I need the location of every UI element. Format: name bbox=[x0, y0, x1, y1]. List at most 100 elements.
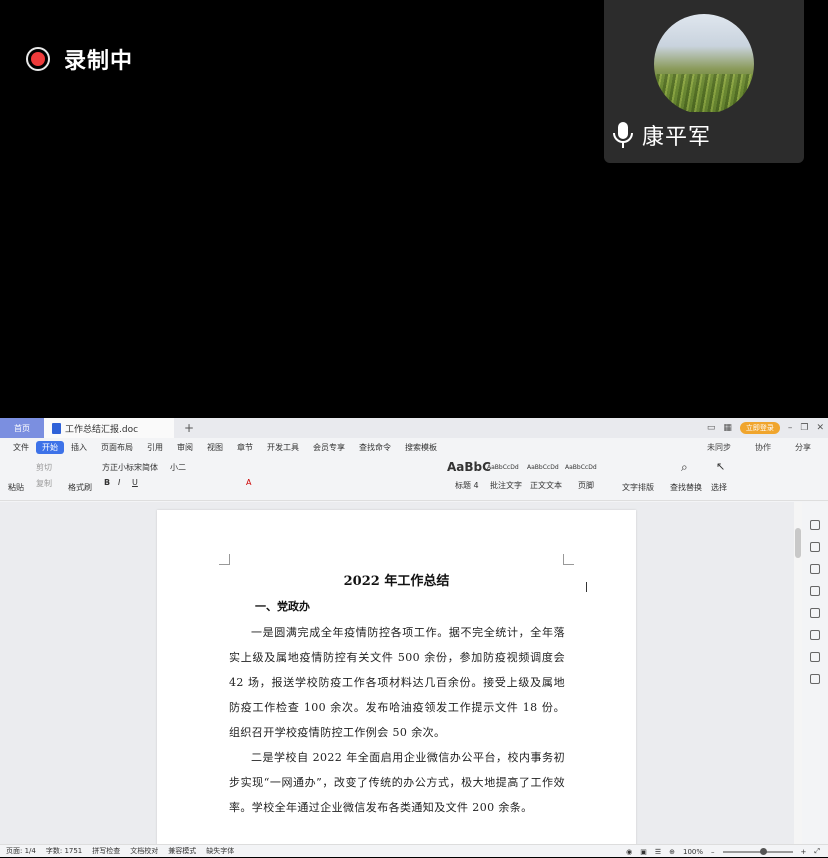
document-title[interactable]: 2022 年工作总结 bbox=[157, 570, 636, 589]
document-tab-label: 工作总结汇报.doc bbox=[65, 424, 139, 435]
paragraph-2[interactable]: 二是学校自 2022 年全面启用企业微信办公平台，校内事务初步实现“一网通办”，… bbox=[229, 745, 565, 820]
layout-icon[interactable]: ▭ bbox=[707, 423, 716, 433]
style-sample-footer[interactable]: AaBbCcDd bbox=[565, 464, 597, 471]
format-painter-button[interactable]: 格式刷 bbox=[68, 482, 92, 493]
participant-name-bar: 康平军 bbox=[604, 112, 722, 158]
settings-icon[interactable] bbox=[810, 652, 820, 662]
document-canvas[interactable]: 2022 年工作总结 一、党政办 一是圆满完成全年疫情防控各项工作。据不完全统计… bbox=[0, 502, 800, 844]
outline-view-icon[interactable]: ☰ bbox=[655, 848, 661, 856]
restore-icon[interactable]: ❐ bbox=[800, 423, 808, 433]
book-icon[interactable] bbox=[810, 674, 820, 684]
zoom-out-icon[interactable]: – bbox=[711, 848, 715, 856]
zoom-in-icon[interactable]: + bbox=[801, 848, 807, 856]
web-view-icon[interactable]: ⊕ bbox=[669, 848, 675, 856]
section-heading[interactable]: 一、党政办 bbox=[255, 598, 310, 614]
page-view-icon[interactable]: ▣ bbox=[640, 848, 647, 856]
style-name-body[interactable]: 正文文本 bbox=[530, 480, 562, 491]
search-icon[interactable]: ⌕ bbox=[681, 460, 688, 475]
vertical-scrollbar[interactable] bbox=[794, 502, 802, 844]
ribbon: 粘贴 剪切 复制 格式刷 方正小标宋简体 小二 B I U A AaBbC 标题… bbox=[0, 456, 828, 501]
record-icon bbox=[26, 47, 50, 71]
collaborate-button[interactable]: 协作 bbox=[748, 442, 778, 453]
login-button[interactable]: 立即登录 bbox=[739, 422, 780, 434]
font-size-select[interactable]: 小二 bbox=[170, 462, 186, 473]
recording-label: 录制中 bbox=[64, 49, 134, 74]
style-sample-comment[interactable]: AaBbCcDd bbox=[487, 464, 519, 471]
menu-layout[interactable]: 页面布局 bbox=[94, 442, 140, 453]
paste-button[interactable]: 粘贴 bbox=[8, 482, 24, 493]
style-sample-heading4[interactable]: AaBbC bbox=[447, 460, 491, 474]
text-layout-button[interactable]: 文字排版 bbox=[622, 482, 654, 493]
grid-icon[interactable]: ▦ bbox=[723, 423, 732, 433]
menu-right: 未同步 协作 分享 bbox=[700, 438, 818, 456]
pen-icon[interactable] bbox=[810, 520, 820, 530]
menu-bar: 文件 开始 插入 页面布局 引用 审阅 视图 章节 开发工具 会员专享 查找命令… bbox=[0, 438, 828, 456]
participant-name: 康平军 bbox=[642, 125, 712, 150]
zoom-level[interactable]: 100% bbox=[683, 848, 703, 856]
rocket-icon[interactable] bbox=[810, 542, 820, 552]
doc-proof[interactable]: 文档校对 bbox=[130, 846, 158, 856]
menu-search-template[interactable]: 搜索模板 bbox=[398, 442, 444, 453]
menu-member[interactable]: 会员专享 bbox=[306, 442, 352, 453]
share-button[interactable]: 分享 bbox=[788, 442, 818, 453]
minimize-icon[interactable]: – bbox=[788, 423, 793, 433]
copy-button[interactable]: 复制 bbox=[36, 478, 52, 489]
swap-icon[interactable] bbox=[810, 586, 820, 596]
tab-home[interactable]: 首页 bbox=[0, 418, 44, 438]
margin-mark bbox=[219, 554, 230, 565]
document-page[interactable]: 2022 年工作总结 一、党政办 一是圆满完成全年疫情防控各项工作。据不完全统计… bbox=[157, 510, 636, 844]
fullscreen-icon[interactable]: ⤢ bbox=[814, 847, 820, 856]
menu-search-command[interactable]: 查找命令 bbox=[352, 442, 398, 453]
menu-start[interactable]: 开始 bbox=[36, 440, 64, 454]
cut-button[interactable]: 剪切 bbox=[36, 462, 52, 473]
cursor-select-icon[interactable]: ↖ bbox=[716, 460, 725, 473]
menu-view[interactable]: 视图 bbox=[200, 442, 230, 453]
style-name-footer[interactable]: 页脚 bbox=[578, 480, 594, 491]
microphone-icon bbox=[613, 122, 633, 148]
margin-mark bbox=[563, 554, 574, 565]
template-icon[interactable] bbox=[810, 630, 820, 640]
menu-developer[interactable]: 开发工具 bbox=[260, 442, 306, 453]
style-name-comment[interactable]: 批注文字 bbox=[490, 480, 522, 491]
tab-bar: 首页 工作总结汇报.doc + ▭ ▦ 立即登录 – ❐ ✕ bbox=[0, 418, 828, 438]
window-controls: ▭ ▦ 立即登录 – ❐ ✕ bbox=[707, 418, 824, 438]
status-bar: 页面: 1/4 字数: 1751 拼写检查 文档校对 兼容模式 缺失字体 ◉ ▣… bbox=[0, 844, 828, 857]
pointer-icon[interactable] bbox=[810, 564, 820, 574]
paragraph-1[interactable]: 一是圆满完成全年疫情防控各项工作。据不完全统计，全年落实上级及属地疫情防控有关文… bbox=[229, 620, 565, 745]
participant-tile[interactable]: 康平军 bbox=[604, 0, 804, 163]
bold-icon[interactable]: B bbox=[104, 478, 110, 487]
zoom-slider-knob[interactable] bbox=[760, 847, 768, 855]
menu-reference[interactable]: 引用 bbox=[140, 442, 170, 453]
zoom-slider[interactable] bbox=[722, 847, 793, 855]
missing-font[interactable]: 缺失字体 bbox=[206, 846, 234, 856]
word-count[interactable]: 字数: 1751 bbox=[46, 846, 82, 856]
eye-icon[interactable]: ◉ bbox=[626, 848, 632, 856]
style-sample-body[interactable]: AaBbCcDd bbox=[527, 464, 559, 471]
font-color-icon[interactable]: A bbox=[246, 478, 251, 487]
spell-check[interactable]: 拼写检查 bbox=[92, 846, 120, 856]
word-doc-icon bbox=[52, 422, 61, 434]
compat-mode[interactable]: 兼容模式 bbox=[168, 846, 196, 856]
recording-indicator: 录制中 bbox=[26, 43, 133, 75]
font-select[interactable]: 方正小标宋简体 bbox=[102, 462, 158, 473]
text-cursor-icon bbox=[586, 582, 587, 592]
sync-status[interactable]: 未同步 bbox=[700, 442, 738, 453]
page-count[interactable]: 页面: 1/4 bbox=[6, 846, 36, 856]
menu-insert[interactable]: 插入 bbox=[64, 442, 94, 453]
tab-document[interactable]: 工作总结汇报.doc bbox=[44, 418, 174, 438]
style-name-heading4[interactable]: 标题 4 bbox=[455, 480, 479, 491]
menu-chapter[interactable]: 章节 bbox=[230, 442, 260, 453]
underline-icon[interactable]: U bbox=[132, 478, 138, 487]
menu-review[interactable]: 审阅 bbox=[170, 442, 200, 453]
right-sidebar bbox=[802, 502, 828, 844]
status-right: ◉ ▣ ☰ ⊕ 100% – + ⤢ bbox=[626, 845, 820, 858]
menu-file[interactable]: 文件 bbox=[6, 442, 36, 453]
new-tab-icon[interactable]: + bbox=[184, 421, 194, 435]
italic-icon[interactable]: I bbox=[118, 478, 120, 487]
scroll-thumb[interactable] bbox=[795, 528, 801, 558]
participant-avatar bbox=[654, 14, 754, 114]
find-replace-button[interactable]: 查找替换 bbox=[670, 482, 702, 493]
close-icon[interactable]: ✕ bbox=[816, 423, 824, 433]
help-icon[interactable] bbox=[810, 608, 820, 618]
select-button[interactable]: 选择 bbox=[711, 482, 727, 493]
